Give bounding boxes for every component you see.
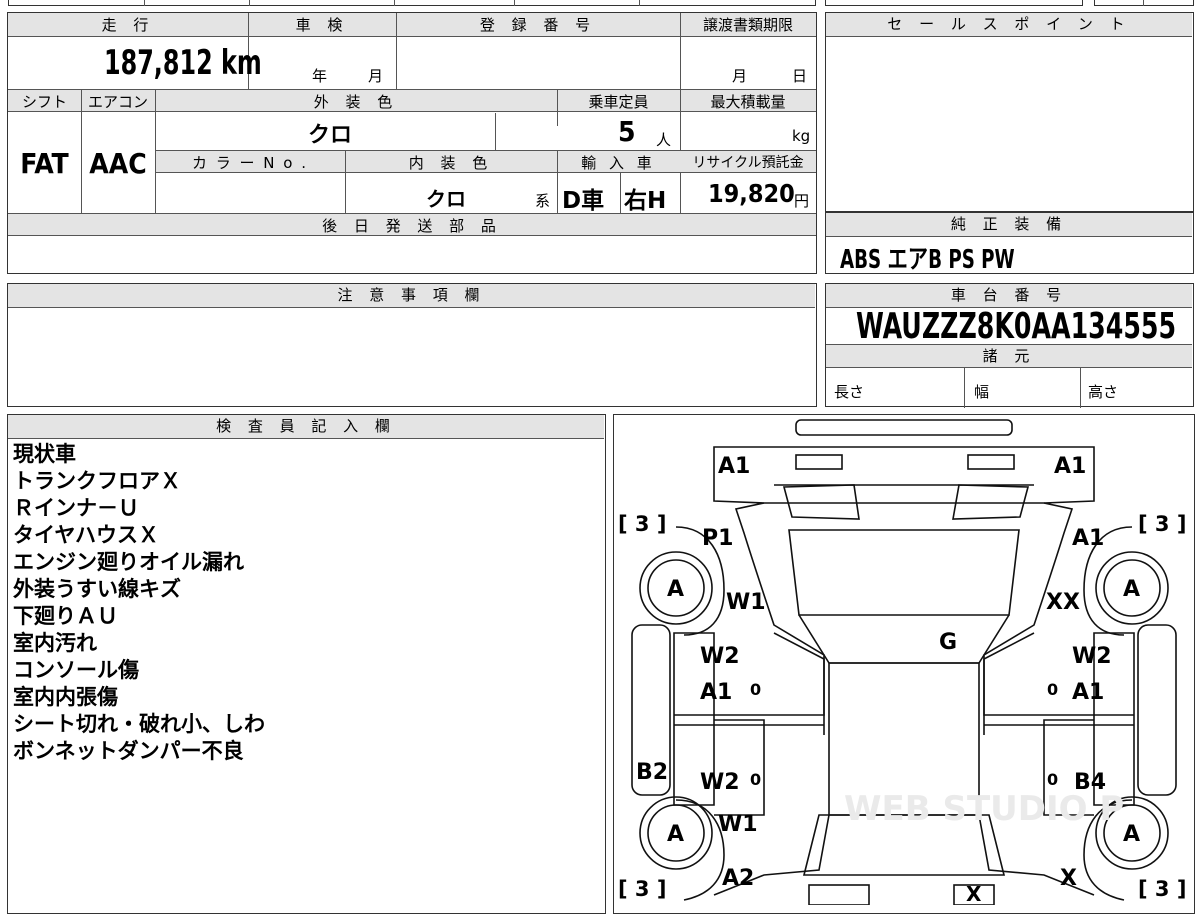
equipment-header: 純 正 装 備 [826, 213, 1192, 237]
label-fl-zero: 0 [750, 680, 761, 699]
inspector-note-line: トランクフロアＸ [13, 469, 181, 493]
label-rl-wheel: W1 [718, 812, 758, 837]
label-rl-quarter: A2 [722, 866, 754, 891]
top-partial-row [8, 0, 816, 6]
sales-point-box: セ ー ル ス ポ イ ン ト [825, 12, 1194, 212]
tire-count-rr: [ 3 ] [1138, 877, 1186, 901]
color-no-header: カ ラ ー N o . [191, 154, 308, 172]
tire-rl: A [667, 822, 684, 847]
registration-header: 登 録 番 号 [479, 16, 597, 34]
label-fl-wheel: W1 [726, 590, 766, 615]
aircon-value: AAC [89, 147, 147, 180]
exterior-color-header: 外 装 色 [313, 93, 399, 111]
inspector-notes-header: 検 査 員 記 入 欄 [8, 415, 604, 439]
watermark-text: WEB STUDIO P [844, 789, 1124, 829]
label-fr-zero: 0 [1047, 680, 1058, 699]
tire-fr: A [1123, 577, 1140, 602]
tire-fl: A [667, 577, 684, 602]
top-partial-mid [825, 0, 1083, 6]
label-fl-door-2: A1 [700, 680, 732, 705]
car-damage-diagram: WEB STUDIO P A1 A1 [ 3 ] [ 3 ] P1 A1 A A… [613, 414, 1195, 914]
inspector-note-line: タイヤハウスＸ [13, 523, 159, 547]
capacity-unit: 人 [656, 131, 672, 149]
transfer-month: 月 [732, 67, 748, 85]
import-dealer: D車 [562, 188, 605, 214]
label-front-left: A1 [718, 454, 750, 479]
max-load-unit: kg [792, 127, 811, 145]
tire-count-fl: [ 3 ] [618, 512, 666, 536]
capacity-header: 乗車定員 [588, 93, 649, 111]
interior-color-value: クロ [426, 187, 466, 211]
inspector-note-line: 下廻りＡＵ [13, 604, 118, 628]
chassis-number: WAUZZZ8K0AA134555 [856, 306, 1177, 347]
label-fr-fender: A1 [1072, 526, 1104, 551]
label-rr-quarter: X [1060, 866, 1077, 891]
label-rr-zero: 0 [1047, 770, 1058, 789]
inspection-header: 車 検 [295, 16, 349, 34]
inspection-month: 月 [368, 67, 384, 85]
label-right-sill: B4 [1074, 770, 1106, 795]
label-fl-door-1: W2 [700, 644, 740, 669]
inspector-note-line: シート切れ・破れ小、しわ [13, 712, 265, 736]
label-fr-door-1: W2 [1072, 644, 1112, 669]
inspector-note-line: 室内汚れ [13, 631, 97, 655]
notes-field-header: 注 意 事 項 欄 [8, 284, 815, 308]
inspector-note-line: 現状車 [13, 442, 76, 466]
sales-point-header: セ ー ル ス ポ イ ン ト [826, 13, 1192, 37]
chassis-box: 車 台 番 号 WAUZZZ8K0AA134555 諸 元 長さ 幅 高さ [825, 283, 1194, 408]
label-fl-fender: P1 [702, 526, 733, 551]
tire-rr: A [1123, 822, 1140, 847]
capacity-value: 5 [618, 115, 636, 148]
inspector-note-line: エンジン廻りオイル漏れ [13, 550, 244, 574]
label-rl-door: W2 [700, 770, 740, 795]
exterior-color-value: クロ [308, 123, 353, 148]
equipment-box: 純 正 装 備 ABS エアB PS PW [825, 212, 1194, 275]
interior-color-suffix: 系 [535, 192, 551, 210]
inspector-notes-box: 検 査 員 記 入 欄 現状車 トランクフロアＸ Ｒインナ－Ｕ タイヤハウスＸ … [7, 414, 606, 914]
tire-count-fr: [ 3 ] [1138, 512, 1186, 536]
inspector-note-line: 外装うすい線キズ [13, 577, 181, 601]
spec-height: 高さ [1088, 383, 1119, 401]
shift-header: シフト [21, 93, 67, 111]
inspector-notes-list: 現状車 トランクフロアＸ Ｒインナ－Ｕ タイヤハウスＸ エンジン廻りオイル漏れ … [13, 441, 265, 765]
inspection-year: 年 [312, 67, 328, 85]
label-hood: G [939, 630, 957, 655]
spec-width: 幅 [974, 383, 990, 401]
recycle-value: 19,820 [708, 179, 795, 208]
inspector-note-line: 室内内張傷 [13, 685, 118, 709]
transfer-deadline-header: 譲渡書類期限 [702, 16, 793, 34]
label-fr-wheel: XX [1046, 590, 1080, 615]
label-front-right: A1 [1054, 454, 1086, 479]
label-rl-zero: 0 [750, 770, 761, 789]
equipment-value: ABS エアB PS PW [840, 245, 1015, 275]
tire-count-rl: [ 3 ] [618, 877, 666, 901]
shift-value: FAT [20, 147, 69, 180]
later-parts-header: 後 日 発 送 部 品 [322, 217, 502, 235]
spec-length: 長さ [834, 383, 865, 401]
recycle-unit: 円 [794, 192, 810, 210]
specs-header: 諸 元 [826, 345, 1192, 368]
import-handle: 右H [624, 188, 667, 214]
vehicle-info-table: 走 行 車 検 登 録 番 号 譲渡書類期限 187,812 km 年 月 月 … [7, 12, 817, 274]
aircon-header: エアコン [87, 93, 148, 111]
import-header: 輸 入 車 [581, 154, 656, 172]
label-fr-door-2: A1 [1072, 680, 1104, 705]
label-left-sill: B2 [636, 760, 668, 785]
chassis-header: 車 台 番 号 [826, 284, 1192, 308]
mileage-header: 走 行 [101, 16, 155, 34]
inspector-note-line: コンソール傷 [13, 658, 139, 682]
max-load-header: 最大積載量 [710, 93, 786, 111]
inspector-note-line: Ｒインナ－Ｕ [13, 496, 139, 520]
inspector-note-line: ボンネットダンパー不良 [13, 739, 244, 763]
notes-field-box: 注 意 事 項 欄 [7, 283, 817, 407]
recycle-header: リサイクル預託金 [692, 155, 804, 171]
transfer-day: 日 [792, 67, 808, 85]
interior-color-header: 内 装 色 [408, 154, 494, 172]
mileage-value: 187,812 km [104, 43, 262, 83]
label-rear: X [966, 882, 982, 905]
top-partial-right [1094, 0, 1194, 6]
